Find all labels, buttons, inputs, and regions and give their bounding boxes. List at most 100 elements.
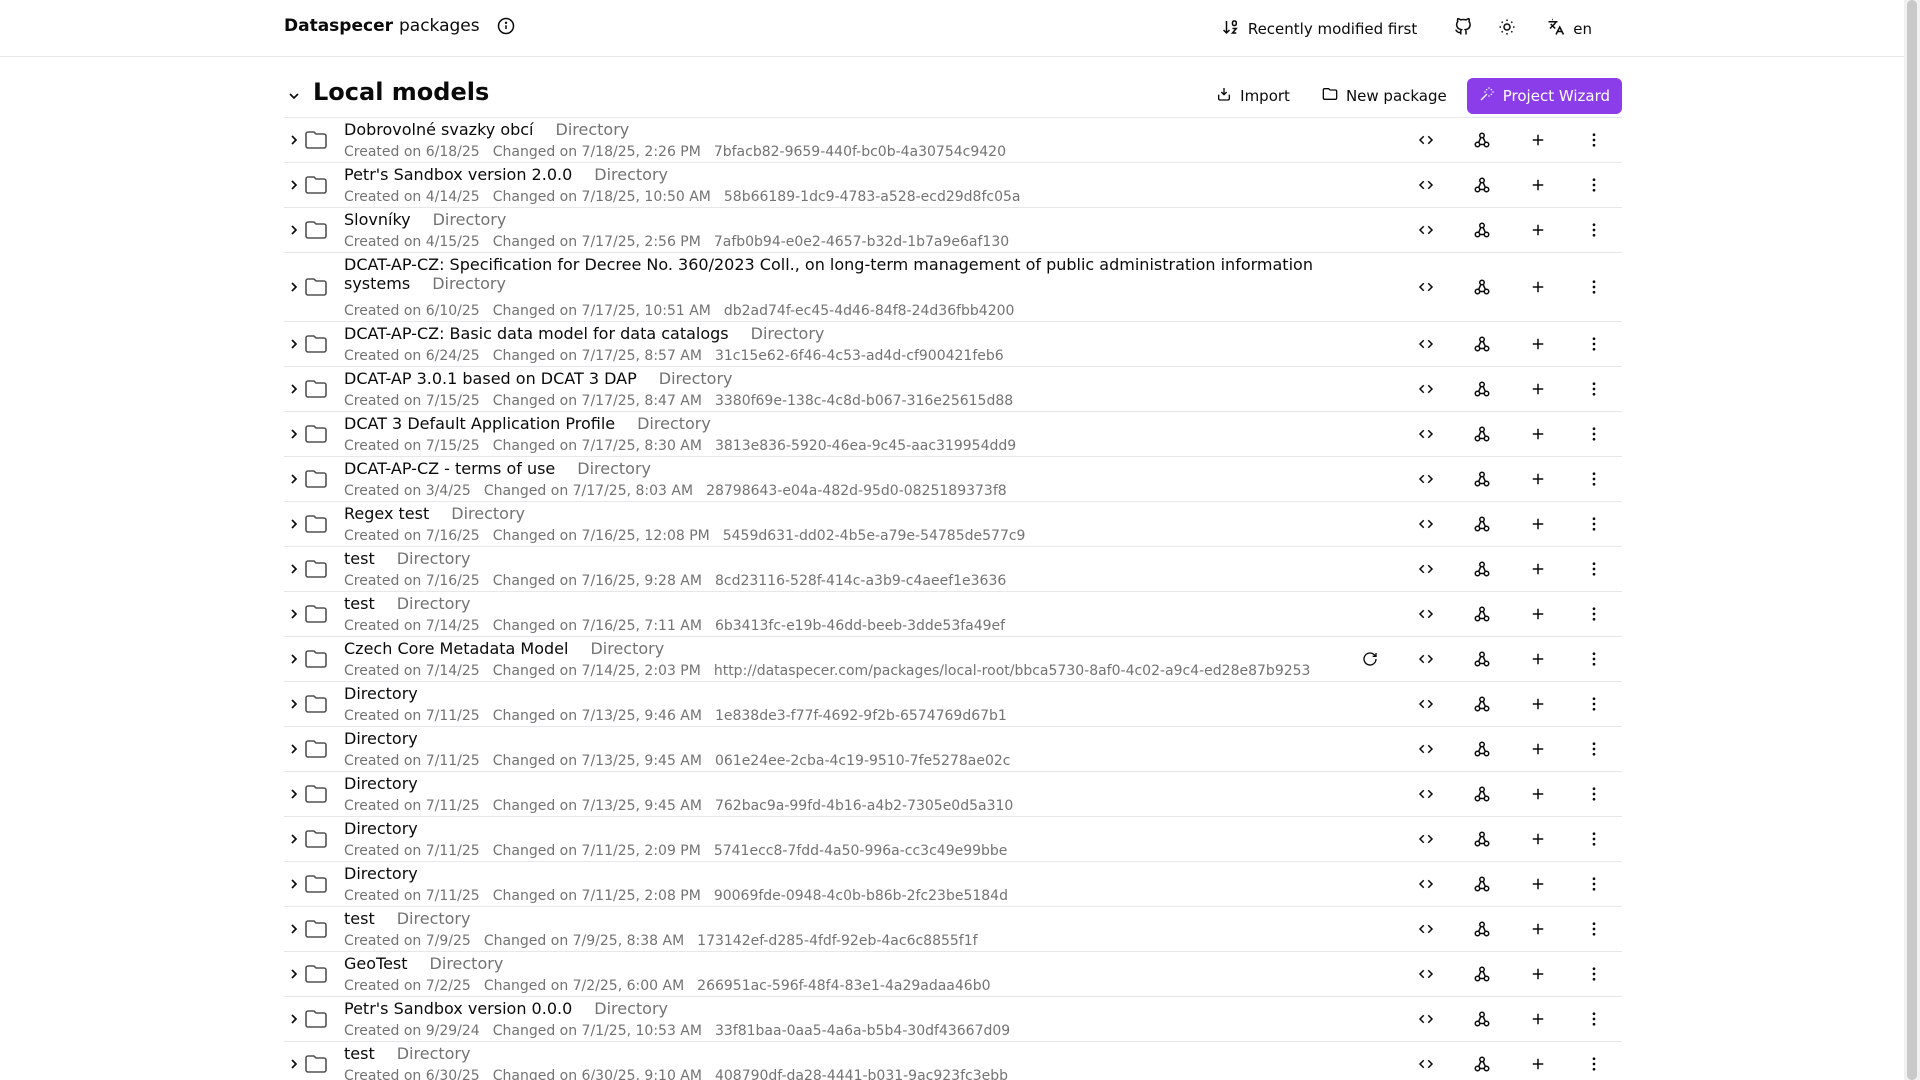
- package-row[interactable]: Slovníky Directory Created on 4/15/25 Chan…: [284, 208, 1622, 253]
- package-row[interactable]: Directory Created on 7/11/25 Changed on 7…: [284, 817, 1622, 862]
- plus-icon[interactable]: [1510, 215, 1566, 245]
- package-name[interactable]: Petr's Sandbox version 2.0.0: [344, 165, 572, 184]
- package-row[interactable]: test Directory Created on 6/30/25 Changed …: [284, 1042, 1622, 1080]
- package-name[interactable]: Directory: [344, 684, 418, 703]
- code-icon[interactable]: [1398, 554, 1454, 584]
- graph-icon[interactable]: [1454, 125, 1510, 155]
- code-icon[interactable]: [1398, 419, 1454, 449]
- more-vertical-icon[interactable]: [1566, 170, 1622, 200]
- package-name[interactable]: Directory: [344, 819, 418, 838]
- package-row[interactable]: Directory Created on 7/11/25 Changed on 7…: [284, 727, 1622, 772]
- chevron-right-icon[interactable]: [286, 876, 302, 892]
- package-name[interactable]: DCAT-AP-CZ: Basic data model for data ca…: [344, 324, 729, 343]
- plus-icon[interactable]: [1510, 959, 1566, 989]
- chevron-right-icon[interactable]: [286, 606, 302, 622]
- package-name[interactable]: Regex test: [344, 504, 429, 523]
- more-vertical-icon[interactable]: [1566, 125, 1622, 155]
- more-vertical-icon[interactable]: [1566, 329, 1622, 359]
- more-vertical-icon[interactable]: [1566, 1004, 1622, 1034]
- plus-icon[interactable]: [1510, 509, 1566, 539]
- plus-icon[interactable]: [1510, 1049, 1566, 1079]
- code-icon[interactable]: [1398, 644, 1454, 674]
- package-row[interactable]: DCAT-AP-CZ: Specification for Decree No.…: [284, 253, 1622, 322]
- plus-icon[interactable]: [1510, 914, 1566, 944]
- chevron-right-icon[interactable]: [286, 381, 302, 397]
- chevron-right-icon[interactable]: [286, 336, 302, 352]
- chevron-right-icon[interactable]: [286, 741, 302, 757]
- more-vertical-icon[interactable]: [1566, 419, 1622, 449]
- chevron-right-icon[interactable]: [286, 786, 302, 802]
- code-icon[interactable]: [1398, 272, 1454, 302]
- package-name[interactable]: test: [344, 909, 375, 928]
- package-row[interactable]: test Directory Created on 7/9/25 Changed o…: [284, 907, 1622, 952]
- package-row[interactable]: DCAT 3 Default Application Profile Direct…: [284, 412, 1622, 457]
- more-vertical-icon[interactable]: [1566, 554, 1622, 584]
- package-name[interactable]: DCAT-AP 3.0.1 based on DCAT 3 DAP: [344, 369, 637, 388]
- graph-icon[interactable]: [1454, 959, 1510, 989]
- more-vertical-icon[interactable]: [1566, 464, 1622, 494]
- package-name[interactable]: Directory: [344, 864, 418, 883]
- code-icon[interactable]: [1398, 914, 1454, 944]
- chevron-right-icon[interactable]: [286, 561, 302, 577]
- plus-icon[interactable]: [1510, 644, 1566, 674]
- code-icon[interactable]: [1398, 824, 1454, 854]
- graph-icon[interactable]: [1454, 779, 1510, 809]
- plus-icon[interactable]: [1510, 419, 1566, 449]
- graph-icon[interactable]: [1454, 170, 1510, 200]
- graph-icon[interactable]: [1454, 374, 1510, 404]
- code-icon[interactable]: [1398, 1004, 1454, 1034]
- more-vertical-icon[interactable]: [1566, 644, 1622, 674]
- plus-icon[interactable]: [1510, 599, 1566, 629]
- plus-icon[interactable]: [1510, 125, 1566, 155]
- plus-icon[interactable]: [1510, 329, 1566, 359]
- graph-icon[interactable]: [1454, 554, 1510, 584]
- code-icon[interactable]: [1398, 329, 1454, 359]
- github-button[interactable]: [1445, 15, 1481, 43]
- graph-icon[interactable]: [1454, 869, 1510, 899]
- graph-icon[interactable]: [1454, 215, 1510, 245]
- project-wizard-button[interactable]: Project Wizard: [1466, 78, 1622, 114]
- scrollbar-thumb[interactable]: [1907, 0, 1917, 1080]
- plus-icon[interactable]: [1510, 170, 1566, 200]
- chevron-right-icon[interactable]: [286, 516, 302, 532]
- plus-icon[interactable]: [1510, 734, 1566, 764]
- chevron-right-icon[interactable]: [286, 696, 302, 712]
- code-icon[interactable]: [1398, 734, 1454, 764]
- package-name[interactable]: DCAT-AP-CZ - terms of use: [344, 459, 555, 478]
- chevron-right-icon[interactable]: [286, 426, 302, 442]
- graph-icon[interactable]: [1454, 509, 1510, 539]
- more-vertical-icon[interactable]: [1566, 869, 1622, 899]
- code-icon[interactable]: [1398, 464, 1454, 494]
- package-name[interactable]: test: [344, 1044, 375, 1063]
- graph-icon[interactable]: [1454, 464, 1510, 494]
- package-name[interactable]: Directory: [344, 729, 418, 748]
- package-row[interactable]: DCAT-AP-CZ: Basic data model for data ca…: [284, 322, 1622, 367]
- package-name[interactable]: Petr's Sandbox version 0.0.0: [344, 999, 572, 1018]
- more-vertical-icon[interactable]: [1566, 914, 1622, 944]
- code-icon[interactable]: [1398, 215, 1454, 245]
- graph-icon[interactable]: [1454, 419, 1510, 449]
- package-row[interactable]: GeoTest Directory Created on 7/2/25 Change…: [284, 952, 1622, 997]
- more-vertical-icon[interactable]: [1566, 824, 1622, 854]
- more-vertical-icon[interactable]: [1566, 959, 1622, 989]
- plus-icon[interactable]: [1510, 869, 1566, 899]
- package-name[interactable]: Slovníky: [344, 210, 411, 229]
- code-icon[interactable]: [1398, 509, 1454, 539]
- package-row[interactable]: Directory Created on 7/11/25 Changed on 7…: [284, 682, 1622, 727]
- graph-icon[interactable]: [1454, 689, 1510, 719]
- graph-icon[interactable]: [1454, 824, 1510, 854]
- package-row[interactable]: Czech Core Metadata Model Directory Creat…: [284, 637, 1622, 682]
- chevron-right-icon[interactable]: [286, 279, 302, 295]
- theme-toggle[interactable]: [1489, 15, 1525, 43]
- package-row[interactable]: Directory Created on 7/11/25 Changed on 7…: [284, 772, 1622, 817]
- import-button[interactable]: Import: [1204, 78, 1302, 114]
- more-vertical-icon[interactable]: [1566, 509, 1622, 539]
- scrollbar-track[interactable]: [1904, 0, 1920, 1080]
- chevron-right-icon[interactable]: [286, 831, 302, 847]
- more-vertical-icon[interactable]: [1566, 779, 1622, 809]
- chevron-right-icon[interactable]: [286, 471, 302, 487]
- package-name[interactable]: test: [344, 549, 375, 568]
- chevron-right-icon[interactable]: [286, 651, 302, 667]
- graph-icon[interactable]: [1454, 914, 1510, 944]
- plus-icon[interactable]: [1510, 824, 1566, 854]
